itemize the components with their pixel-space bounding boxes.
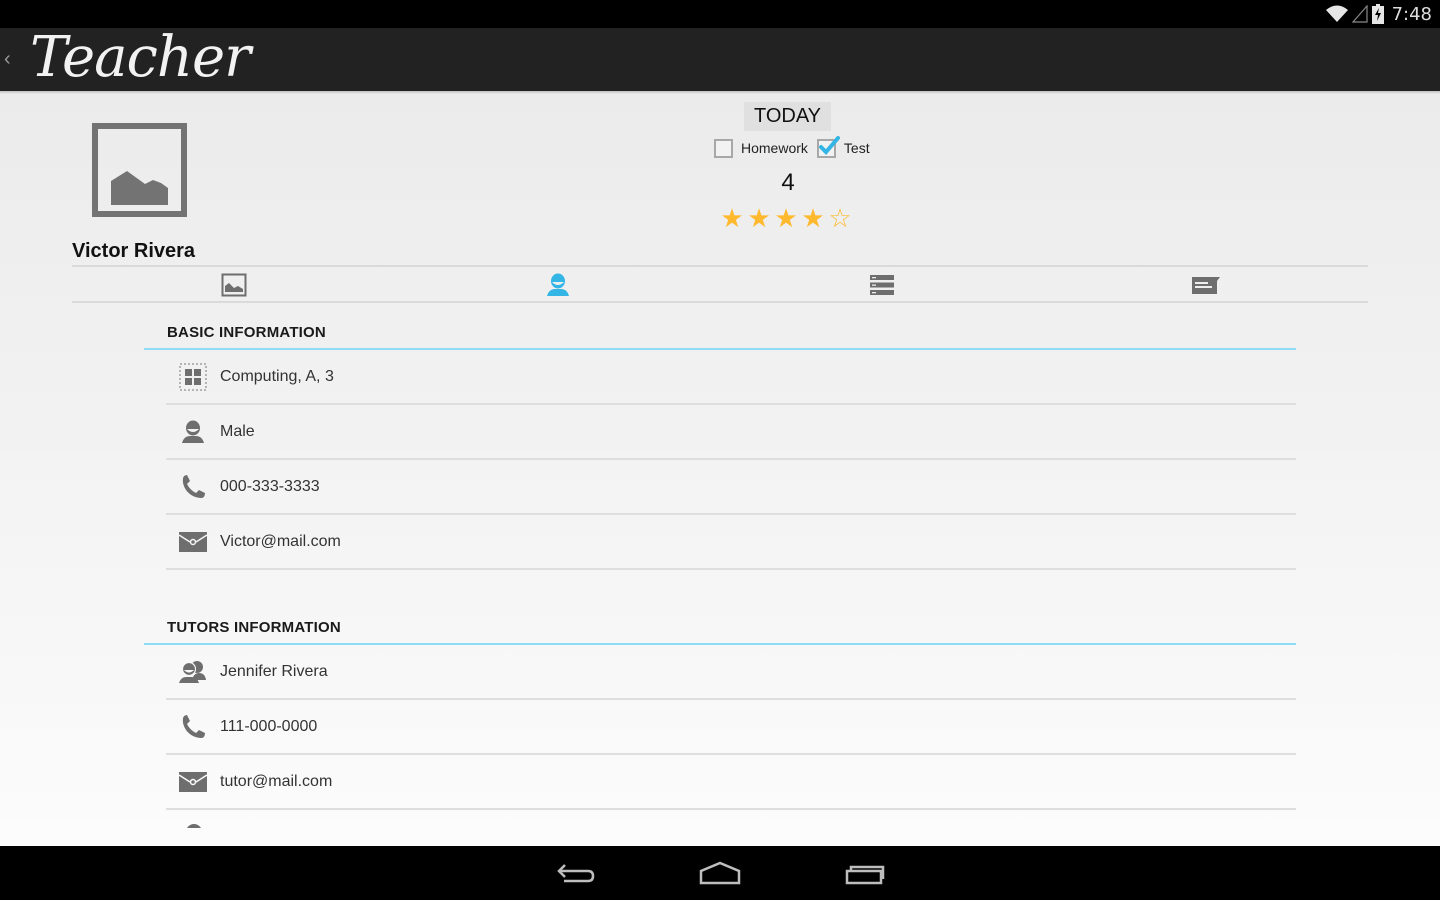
partial-row-icon — [186, 824, 202, 828]
home-icon — [699, 861, 741, 885]
chevron-left-icon[interactable]: ‹ — [4, 48, 11, 71]
wifi-icon — [1325, 5, 1348, 22]
phone-row[interactable]: 000-333-3333 — [166, 460, 1296, 515]
phone-icon — [182, 474, 205, 498]
gender-text: Male — [220, 422, 255, 440]
test-checkbox[interactable] — [816, 135, 840, 158]
person-icon — [182, 420, 204, 443]
assessment-checkboxes: Homework Test — [714, 135, 879, 158]
status-icons: 7:48 — [1325, 3, 1432, 25]
star-empty-icon[interactable]: ☆ — [828, 205, 852, 231]
gender-row[interactable]: Male — [166, 405, 1296, 460]
people-icon — [179, 660, 206, 683]
star-filled-icon[interactable]: ★ — [747, 205, 771, 231]
image-icon — [221, 273, 247, 297]
tutors-info-header: TUTORS INFORMATION — [167, 619, 341, 636]
email-text: Victor@mail.com — [220, 532, 341, 550]
today-button[interactable]: TODAY — [744, 102, 831, 131]
cell-signal-icon — [1351, 5, 1368, 23]
tutor-email-row[interactable]: tutor@mail.com — [166, 755, 1296, 810]
student-photo[interactable] — [92, 123, 187, 217]
tutor-name-row[interactable]: Jennifer Rivera — [166, 645, 1296, 700]
action-bar: ‹ Teacher — [0, 28, 1440, 91]
image-placeholder-icon — [111, 171, 168, 205]
status-time: 7:48 — [1391, 3, 1432, 25]
score-value: 4 — [781, 169, 795, 196]
class-text: Computing, A, 3 — [220, 367, 334, 385]
tutor-email-text: tutor@mail.com — [220, 772, 333, 790]
tutor-name-text: Jennifer Rivera — [220, 662, 328, 680]
battery-charging-icon — [1371, 4, 1384, 24]
tab-profile[interactable] — [396, 267, 720, 303]
nav-recents-button[interactable] — [835, 856, 895, 890]
homework-checkbox[interactable] — [714, 138, 733, 158]
rating-bar[interactable]: ★ ★ ★ ★ ☆ — [720, 205, 852, 231]
tab-list[interactable] — [720, 267, 1044, 303]
class-row[interactable]: Computing, A, 3 — [166, 350, 1296, 405]
nav-back-button[interactable] — [546, 856, 606, 890]
student-name: Victor Rivera — [72, 240, 196, 262]
checkmark-icon — [818, 135, 840, 155]
star-filled-icon[interactable]: ★ — [774, 205, 798, 231]
star-filled-icon[interactable]: ★ — [720, 205, 744, 231]
student-detail: Victor Rivera TODAY Homework Test 4 ★ ★ ★ ★… — [0, 91, 1440, 846]
email-icon — [179, 771, 207, 792]
phone-icon — [182, 714, 205, 738]
email-icon — [179, 531, 207, 552]
email-row[interactable]: Victor@mail.com — [166, 515, 1296, 570]
star-filled-icon[interactable]: ★ — [801, 205, 825, 231]
action-bar-shadow — [0, 91, 1440, 94]
navigation-bar — [0, 846, 1440, 900]
tutor-phone-row[interactable]: 111-000-0000 — [166, 700, 1296, 755]
app-title[interactable]: Teacher — [30, 28, 251, 88]
tab-strip — [72, 265, 1368, 303]
class-grid-icon — [179, 363, 207, 390]
phone-text: 000-333-3333 — [220, 477, 320, 495]
comment-icon — [1192, 277, 1220, 294]
status-bar: 7:48 — [0, 0, 1440, 28]
person-icon — [547, 273, 569, 296]
tab-comments[interactable] — [1044, 267, 1368, 303]
basic-info-header: BASIC INFORMATION — [167, 324, 326, 341]
homework-label: Homework — [741, 140, 808, 156]
nav-home-button[interactable] — [690, 856, 750, 890]
list-icon — [870, 275, 894, 295]
back-icon — [557, 864, 595, 883]
test-label: Test — [843, 140, 870, 156]
tutor-phone-text: 111-000-0000 — [220, 717, 318, 735]
recent-apps-icon — [845, 865, 885, 885]
tab-photo[interactable] — [72, 267, 396, 303]
